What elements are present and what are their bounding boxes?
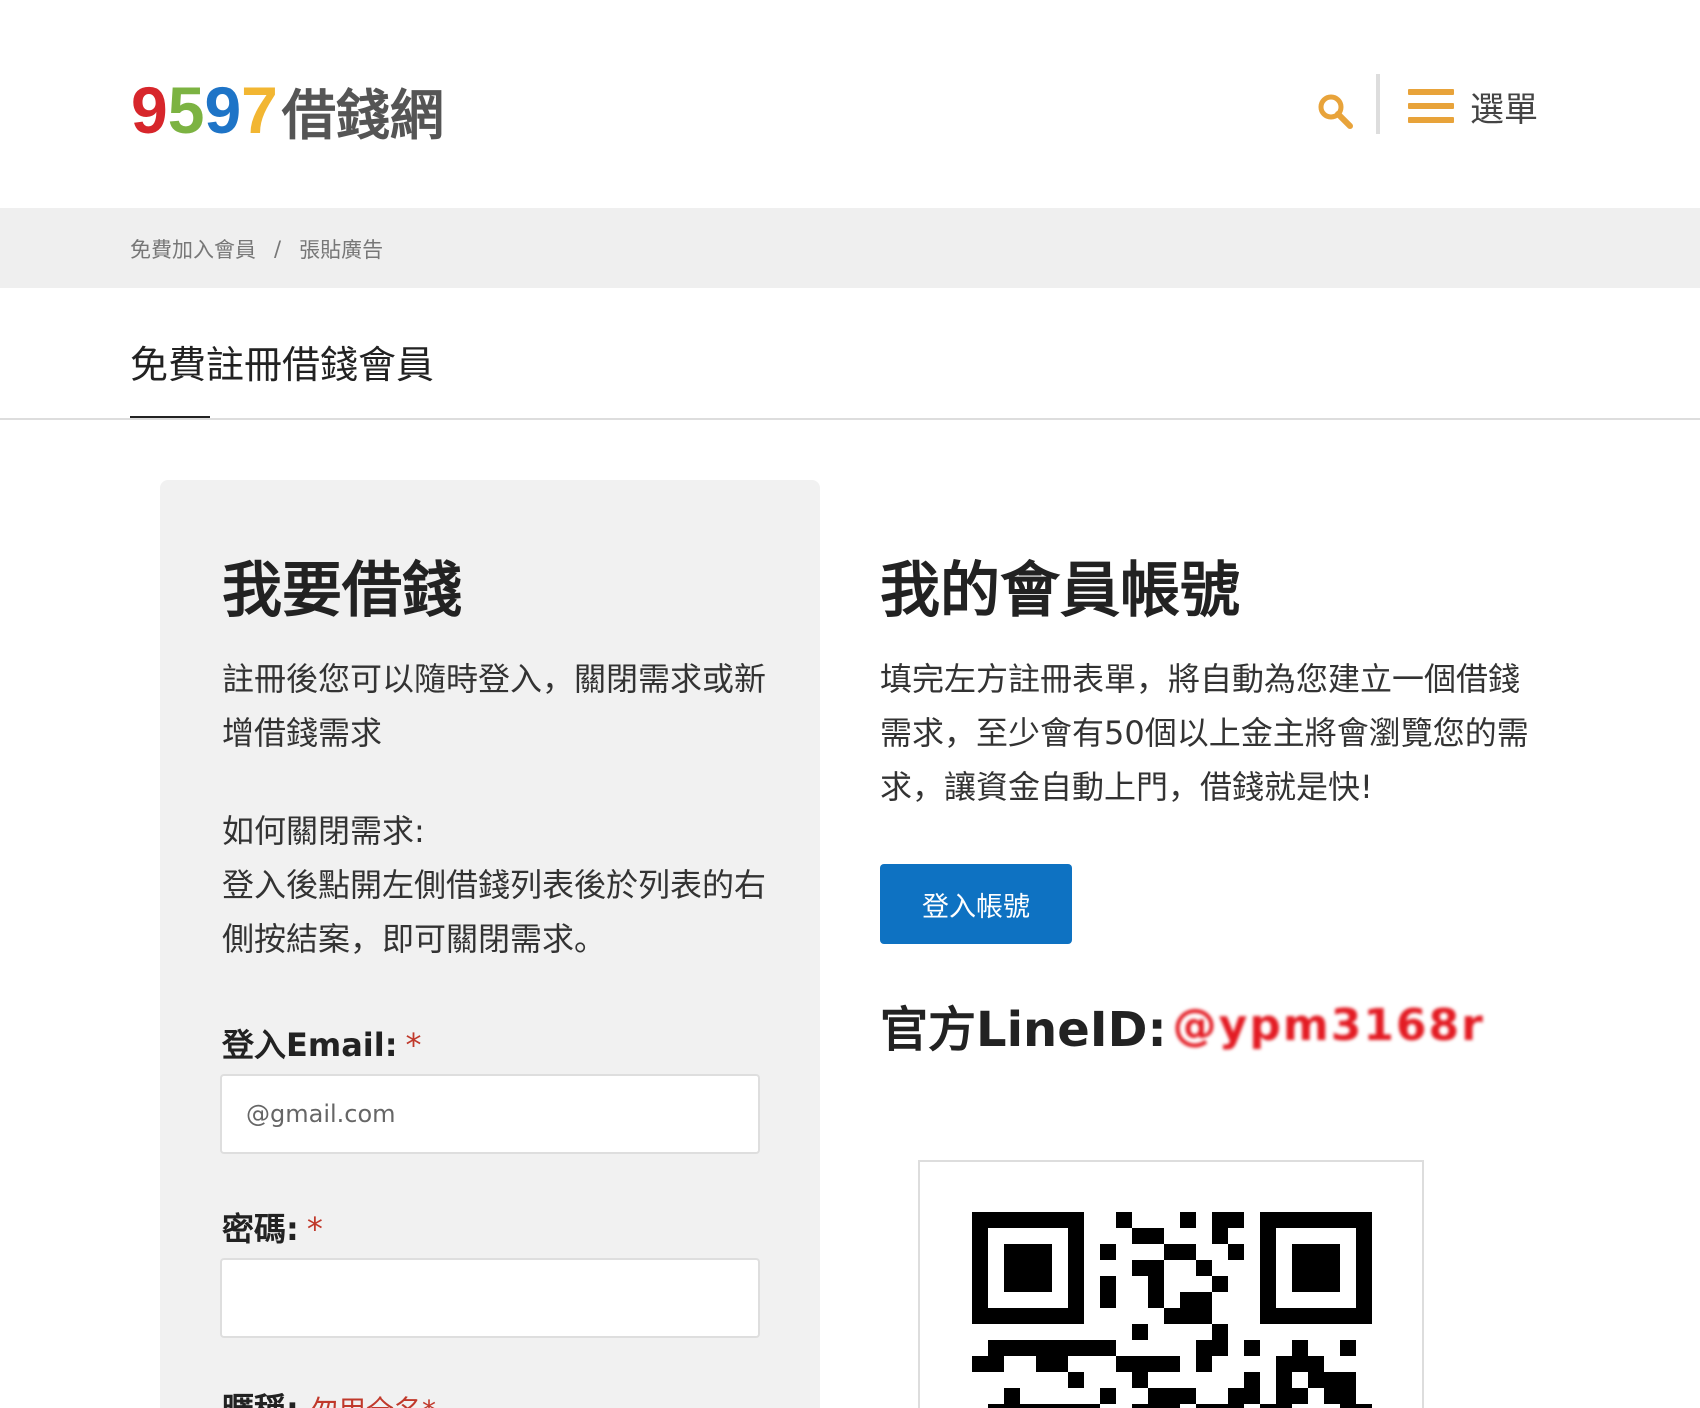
nickname-note: 勿用全名*	[310, 1394, 436, 1408]
qr-code-image	[972, 1212, 1372, 1408]
required-mark: *	[405, 1026, 422, 1064]
required-mark: *	[306, 1210, 323, 1248]
page-root: 9 5 9 7 借錢網 選單 免費加入會員 / 張貼廣告 免費註冊借錢會員 我要…	[0, 0, 1700, 1408]
breadcrumb: 免費加入會員 / 張貼廣告	[130, 234, 383, 264]
email-input[interactable]	[220, 1074, 760, 1154]
nickname-label-text: 暱稱:	[222, 1390, 299, 1408]
search-icon	[1318, 94, 1353, 129]
hamburger-icon	[1408, 89, 1454, 123]
email-label-text: 登入Email:	[222, 1026, 398, 1064]
line-id-value: @ypm3168r	[1172, 999, 1485, 1051]
borrow-panel: 我要借錢 註冊後您可以隨時登入，關閉需求或新增借錢需求 如何關閉需求: 登入後點…	[160, 480, 820, 1408]
howto-block: 如何關閉需求: 登入後點開左側借錢列表後於列表的右側按結案，即可關閉需求。	[222, 804, 782, 966]
borrow-intro: 註冊後您可以隨時登入，關閉需求或新增借錢需求	[222, 660, 767, 752]
site-logo[interactable]: 9 5 9 7 借錢網	[131, 72, 444, 148]
login-button[interactable]: 登入帳號	[880, 864, 1072, 944]
site-header: 9 5 9 7 借錢網 選單	[0, 0, 1700, 208]
borrow-title: 我要借錢	[222, 556, 462, 626]
logo-digit-2: 5	[167, 73, 205, 147]
line-id-label: 官方LineID:	[880, 1002, 1167, 1058]
password-label-text: 密碼:	[222, 1210, 299, 1248]
breadcrumb-separator: /	[274, 237, 282, 261]
password-input[interactable]	[220, 1258, 760, 1338]
menu-button[interactable]: 選單	[1408, 84, 1538, 130]
header-divider	[1376, 74, 1380, 134]
account-title: 我的會員帳號	[880, 556, 1240, 626]
nickname-label: 暱稱: 勿用全名*	[222, 1384, 436, 1408]
account-description: 填完左方註冊表單，將自動為您建立一個借錢需求，至少會有50個以上金主將會瀏覽您的…	[880, 660, 1529, 806]
line-qr-code	[918, 1160, 1424, 1408]
howto-text: 登入後點開左側借錢列表後於列表的右側按結案，即可關閉需求。	[222, 866, 767, 958]
howto-title: 如何關閉需求:	[222, 812, 425, 850]
breadcrumb-bar: 免費加入會員 / 張貼廣告	[0, 208, 1700, 288]
logo-digit-4: 7	[241, 73, 278, 147]
line-id-row: 官方LineID: @ypm3168r	[880, 990, 1485, 1060]
password-label: 密碼: *	[222, 1204, 323, 1250]
email-label: 登入Email: *	[222, 1020, 422, 1066]
menu-label: 選單	[1470, 89, 1538, 130]
logo-text: 借錢網	[281, 83, 444, 147]
page-title: 免費註冊借錢會員	[130, 343, 435, 387]
title-rule	[0, 418, 1700, 420]
breadcrumb-item-post-ad[interactable]: 張貼廣告	[299, 234, 383, 264]
breadcrumb-item-join[interactable]: 免費加入會員	[130, 234, 256, 264]
logo-digit-3: 9	[204, 73, 242, 147]
logo-digit-1: 9	[131, 73, 168, 147]
title-underline	[130, 416, 210, 418]
search-button[interactable]	[1316, 92, 1356, 132]
